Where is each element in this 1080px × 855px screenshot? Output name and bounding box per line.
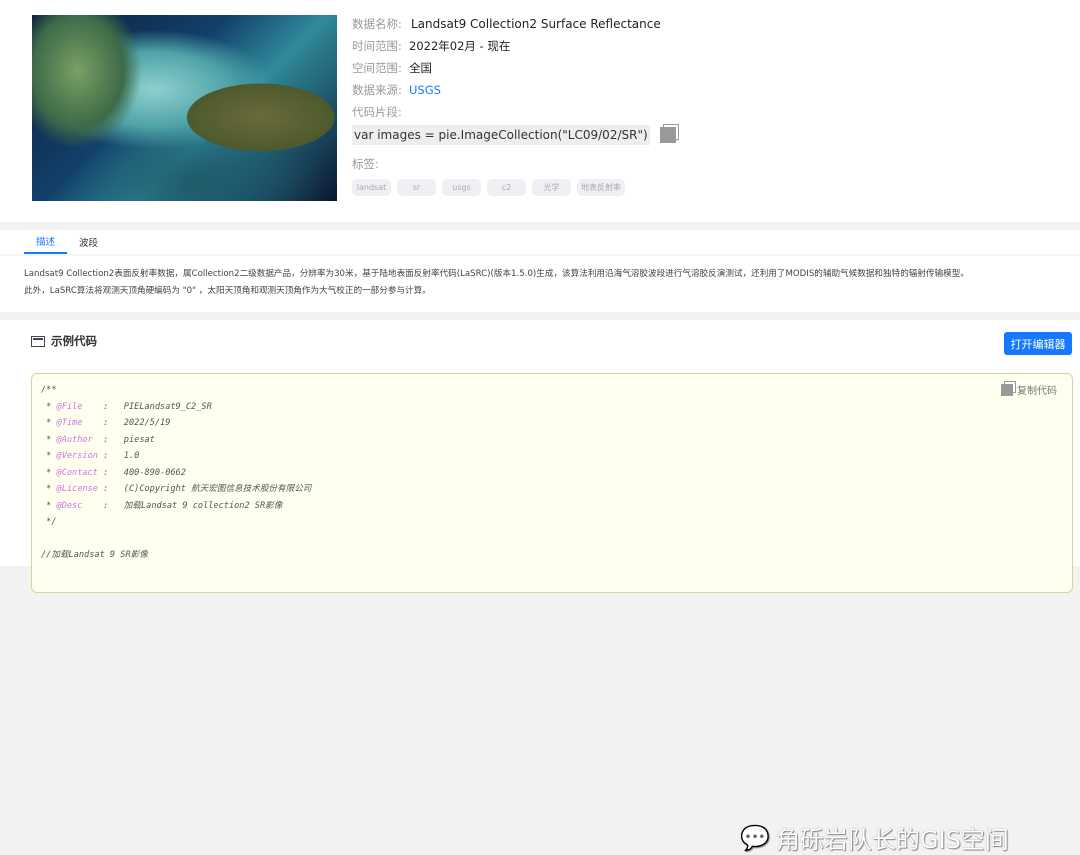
tag-list: landsat sr usgs c2 光学 地表反射率 bbox=[352, 179, 676, 196]
code-line: */ bbox=[41, 514, 311, 531]
tag[interactable]: usgs bbox=[442, 179, 481, 196]
code-line: * @Contact : 400-890-0662 bbox=[41, 465, 311, 482]
tag[interactable]: 地表反射率 bbox=[577, 179, 625, 196]
code-token: /** bbox=[41, 385, 57, 395]
code-line: /** bbox=[41, 382, 311, 399]
code-token: * bbox=[41, 401, 57, 412]
code-line: * @File : PIELandsat9_C2_SR bbox=[41, 399, 311, 416]
tab-divider bbox=[0, 254, 1080, 256]
code-icon bbox=[31, 335, 45, 347]
tab-bands[interactable]: 波段 bbox=[67, 230, 110, 254]
source-label: 数据来源: bbox=[352, 83, 402, 97]
code-line: * @Time : 2022/5/19 bbox=[41, 415, 311, 432]
description-line: 此外，LaSRC算法将观测天顶角硬编码为 "0" ，太阳天顶角和观测天顶角作为大… bbox=[24, 286, 431, 296]
code-token: * bbox=[41, 500, 57, 511]
tags-label: 标签: bbox=[352, 157, 379, 171]
tag[interactable]: c2 bbox=[487, 179, 526, 196]
code-line: * @License : (C)Copyright 航天宏图信息技术股份有限公司 bbox=[41, 481, 311, 498]
code-token: : PIELandsat9_C2_SR bbox=[82, 401, 212, 412]
code-line: * @Version : 1.0 bbox=[41, 448, 311, 465]
code-token: @Time bbox=[56, 418, 83, 428]
code-line: //加载Landsat 9 SR影像 bbox=[41, 547, 311, 564]
description-text: Landsat9 Collection2表面反射率数据，属Collection2… bbox=[24, 266, 1074, 300]
tag[interactable]: 光学 bbox=[532, 179, 571, 196]
snippet-label: 代码片段: bbox=[352, 105, 402, 119]
dataset-name: Landsat9 Collection2 Surface Reflectance bbox=[411, 17, 661, 31]
tag[interactable]: sr bbox=[397, 179, 436, 196]
tab-description[interactable]: 描述 bbox=[24, 230, 68, 254]
watermark: 💬 角砾岩队长的GIS空间 bbox=[740, 820, 1009, 855]
copy-icon bbox=[1001, 383, 1013, 396]
code-token: * bbox=[41, 434, 57, 445]
dataset-info: 数据名称: Landsat9 Collection2 Surface Reflec… bbox=[352, 13, 676, 196]
code-line: * @Desc : 加载Landsat 9 collection2 SR影像 bbox=[41, 498, 311, 515]
code-block: 复制代码 /** * @File : PIELandsat9_C2_SR * @… bbox=[31, 373, 1073, 593]
code-token: * bbox=[41, 451, 57, 461]
code-content: /** * @File : PIELandsat9_C2_SR * @Time … bbox=[41, 382, 311, 564]
code-token: @Author bbox=[56, 434, 93, 445]
open-editor-button[interactable]: 打开编辑器 bbox=[1004, 332, 1072, 355]
code-token: @File bbox=[56, 401, 83, 412]
copy-code-button[interactable]: 复制代码 bbox=[1001, 382, 1057, 397]
description-line: Landsat9 Collection2表面反射率数据，属Collection2… bbox=[24, 269, 969, 279]
code-token: * bbox=[41, 467, 57, 478]
tag[interactable]: landsat bbox=[352, 179, 391, 196]
code-token: : 1.0 bbox=[97, 451, 140, 461]
space-range: 全国 bbox=[409, 61, 432, 75]
code-token: : (C)Copyright 航天宏图信息技术股份有限公司 bbox=[97, 484, 312, 494]
code-token: * bbox=[41, 484, 57, 494]
code-line: * @Author : piesat bbox=[41, 432, 311, 449]
dataset-thumbnail bbox=[32, 15, 337, 201]
time-label: 时间范围: bbox=[352, 39, 402, 53]
code-token: : piesat bbox=[92, 434, 155, 445]
copy-icon[interactable] bbox=[659, 127, 676, 143]
code-token: @Contact bbox=[56, 467, 98, 478]
source-link[interactable]: USGS bbox=[409, 83, 441, 97]
code-token: : 加载Landsat 9 collection2 SR影像 bbox=[82, 500, 283, 511]
section-title: 示例代码 bbox=[51, 334, 97, 348]
code-token: */ bbox=[41, 517, 57, 527]
code-snippet: var images = pie.ImageCollection("LC09/0… bbox=[352, 125, 650, 145]
dataset-header: 数据名称: Landsat9 Collection2 Surface Reflec… bbox=[0, 0, 1080, 222]
code-token: : 400-890-0662 bbox=[97, 467, 186, 478]
code-token: @License bbox=[56, 484, 98, 494]
description-panel: 描述 波段 Landsat9 Collection2表面反射率数据，属Colle… bbox=[0, 230, 1080, 312]
copy-code-label: 复制代码 bbox=[1017, 386, 1057, 397]
wechat-icon: 💬 bbox=[740, 823, 770, 852]
example-code-section: 示例代码 打开编辑器 复制代码 /** * @File : PIELandsat… bbox=[0, 320, 1080, 854]
name-label: 数据名称: bbox=[352, 17, 402, 31]
code-token: @Version bbox=[56, 451, 98, 461]
watermark-text: 角砾岩队长的GIS空间 bbox=[775, 826, 1009, 854]
code-token: : 2022/5/19 bbox=[82, 418, 171, 428]
space-label: 空间范围: bbox=[352, 61, 402, 75]
code-token: @Desc bbox=[56, 500, 83, 511]
time-range: 2022年02月 - 现在 bbox=[409, 39, 511, 53]
code-token: * bbox=[41, 418, 57, 428]
code-token: //加载Landsat 9 SR影像 bbox=[41, 550, 148, 560]
